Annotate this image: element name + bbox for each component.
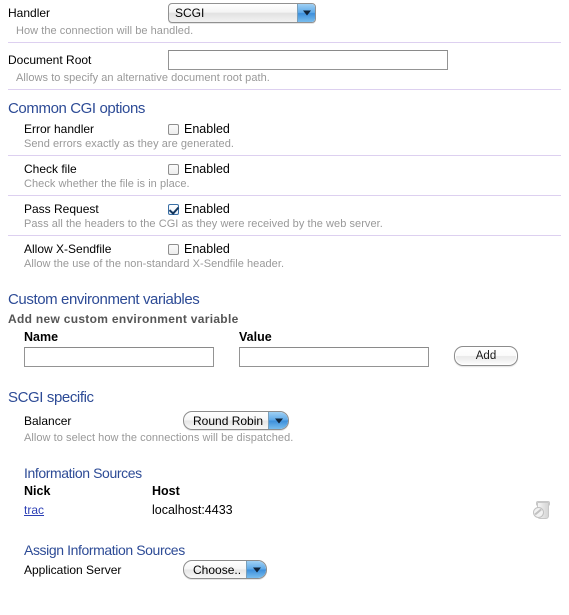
check-file-comment: Check whether the file is in place.	[24, 178, 190, 190]
custom-env-subheading: Add new custom environment variable	[8, 312, 239, 326]
check-file-label: Check file	[24, 162, 77, 176]
allow-xsendfile-row: Allow X-Sendfile Enabled Allow the use o…	[8, 236, 561, 275]
handler-comment: How the connection will be handled.	[16, 25, 194, 37]
application-server-row: Application Server Choose..	[8, 560, 561, 579]
add-button[interactable]: Add	[454, 346, 518, 366]
common-cgi-heading: Common CGI options	[8, 100, 146, 117]
check-file-checkbox-label: Enabled	[184, 162, 230, 176]
custom-env-name-label: Name	[24, 330, 59, 344]
document-root-row: Document Root Allows to specify an alter…	[8, 43, 561, 89]
chevron-down-icon	[297, 4, 315, 22]
error-handler-label: Error handler	[24, 122, 95, 136]
document-root-label: Document Root	[8, 53, 92, 67]
handler-label: Handler	[8, 6, 51, 20]
chevron-down-icon	[268, 412, 289, 429]
handler-config-page: Handler SCGI How the connection will be …	[0, 0, 569, 579]
custom-env-value-input[interactable]	[239, 347, 429, 367]
balancer-comment: Allow to select how the connections will…	[24, 432, 294, 444]
custom-env-heading: Custom environment variables	[8, 291, 200, 308]
custom-env-value-label: Value	[239, 330, 272, 344]
allow-xsendfile-checkbox[interactable]: Enabled	[168, 242, 230, 256]
allow-xsendfile-comment: Allow the use of the non-standard X-Send…	[24, 258, 285, 270]
application-server-select-wrap: Choose..	[183, 560, 268, 579]
checkbox-box	[168, 123, 179, 135]
application-server-label: Application Server	[24, 562, 122, 577]
error-handler-comment: Send errors exactly as they are generate…	[24, 138, 234, 150]
table-header-row: Nick Host	[24, 483, 561, 500]
application-server-select[interactable]: Choose..	[183, 560, 268, 579]
balancer-select-wrap: Round Robin	[183, 411, 290, 430]
trash-disabled-icon	[533, 501, 550, 519]
pass-request-checkbox[interactable]: Enabled	[168, 202, 230, 216]
check-file-checkbox[interactable]: Enabled	[168, 162, 230, 176]
column-header-nick: Nick	[24, 484, 51, 498]
table-row: trac localhost:4433	[24, 500, 561, 520]
pass-request-checkbox-label: Enabled	[184, 202, 230, 216]
error-handler-checkbox[interactable]: Enabled	[168, 122, 230, 136]
balancer-row: Balancer Round Robin Allow to select how…	[8, 408, 561, 449]
error-handler-row: Error handler Enabled Send errors exactl…	[8, 119, 561, 155]
chevron-down-icon	[246, 561, 267, 578]
checkbox-box	[168, 163, 179, 175]
information-sources-table: Nick Host trac localhost:4433	[24, 483, 561, 520]
error-handler-checkbox-label: Enabled	[184, 122, 230, 136]
information-sources-heading: Information Sources	[24, 465, 142, 481]
balancer-select-value: Round Robin	[193, 413, 264, 428]
handler-select-wrap: SCGI	[168, 3, 316, 23]
handler-select[interactable]: SCGI	[168, 3, 316, 23]
information-source-link[interactable]: trac	[24, 503, 44, 517]
balancer-select[interactable]: Round Robin	[183, 411, 290, 430]
pass-request-row: Pass Request Enabled Pass all the header…	[8, 196, 561, 235]
handler-row: Handler SCGI How the connection will be …	[8, 0, 561, 42]
pass-request-comment: Pass all the headers to the CGI as they …	[24, 218, 383, 230]
document-root-input[interactable]	[168, 50, 448, 70]
checkbox-box-checked	[168, 203, 179, 215]
allow-xsendfile-label: Allow X-Sendfile	[24, 242, 112, 256]
balancer-label: Balancer	[24, 413, 72, 428]
document-root-comment: Allows to specify an alternative documen…	[16, 72, 270, 84]
handler-select-value: SCGI	[175, 6, 205, 20]
application-server-select-value: Choose..	[193, 562, 242, 577]
pass-request-label: Pass Request	[24, 202, 99, 216]
checkbox-box	[168, 243, 179, 255]
column-header-actions	[521, 483, 561, 500]
assign-information-sources-heading: Assign Information Sources	[24, 542, 185, 558]
column-header-host: Host	[152, 484, 180, 498]
custom-env-name-input[interactable]	[24, 347, 214, 367]
check-file-row: Check file Enabled Check whether the fil…	[8, 156, 561, 195]
information-source-host: localhost:4433	[152, 502, 233, 517]
scgi-specific-heading: SCGI specific	[8, 389, 94, 406]
allow-xsendfile-checkbox-label: Enabled	[184, 242, 230, 256]
